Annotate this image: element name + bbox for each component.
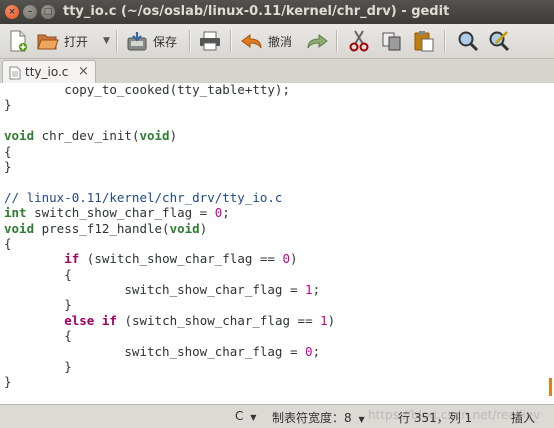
code-line[interactable]: switch_show_char_flag = 1; [4, 282, 335, 297]
undo-button[interactable]: 撤消 [241, 28, 292, 54]
paste-icon [413, 30, 435, 52]
open-dropdown-button[interactable]: ▼ [103, 28, 110, 54]
copy-icon [381, 31, 403, 51]
save-label: 保存 [153, 34, 178, 49]
paste-button[interactable] [413, 28, 435, 54]
code-line[interactable]: ​ [4, 113, 335, 128]
undo-arrow-icon [241, 32, 263, 50]
window-maximize-button[interactable]: □ [41, 5, 55, 19]
tab-width-label: 制表符宽度：8 [272, 411, 352, 425]
code-editor[interactable]: copy_to_cooked(tty_table+tty);}​void chr… [0, 83, 554, 404]
code-line[interactable]: } [4, 359, 335, 374]
toolbar-separator [116, 30, 118, 52]
code-line[interactable]: ​ [4, 174, 335, 189]
window-close-button[interactable]: × [5, 5, 19, 19]
code-line[interactable]: switch_show_char_flag = 0; [4, 344, 335, 359]
chevron-down-icon: ▼ [358, 415, 365, 424]
copy-button[interactable] [381, 28, 403, 54]
code-line[interactable]: } [4, 374, 335, 389]
text-file-icon [9, 66, 21, 83]
code-line[interactable]: void chr_dev_init(void) [4, 128, 335, 143]
printer-icon [199, 31, 221, 51]
save-button[interactable]: 保存 [126, 28, 177, 54]
insert-mode: 插入 [511, 411, 536, 425]
undo-label: 撤消 [268, 34, 293, 49]
code-line[interactable]: { [4, 328, 335, 343]
save-icon [126, 31, 148, 51]
find-replace-icon [488, 30, 510, 52]
cut-button[interactable] [349, 28, 369, 54]
code-line[interactable]: { [4, 236, 335, 251]
redo-button[interactable] [306, 28, 328, 54]
code-line[interactable]: // linux-0.11/kernel/chr_drv/tty_io.c [4, 190, 335, 205]
window-minimize-button[interactable]: – [23, 5, 37, 19]
new-document-button[interactable] [8, 28, 28, 54]
find-button[interactable] [457, 28, 479, 54]
code-line[interactable]: else if (switch_show_char_flag == 1) [4, 313, 335, 328]
code-line[interactable]: } [4, 297, 335, 312]
toolbar: 打开 ▼ 保存 撤消 [0, 24, 554, 59]
scissors-icon [349, 30, 369, 52]
new-document-icon [8, 30, 28, 52]
title-bar: × – □ tty_io.c (~/os/oslab/linux-0.11/ke… [0, 0, 554, 24]
print-button[interactable] [199, 28, 221, 54]
tab-label: tty_io.c [25, 65, 69, 79]
toolbar-separator [444, 30, 446, 52]
code-line[interactable]: { [4, 267, 335, 282]
code-line[interactable]: } [4, 159, 335, 174]
code-line[interactable]: int switch_show_char_flag = 0; [4, 205, 335, 220]
code-line[interactable]: copy_to_cooked(tty_table+tty); [4, 83, 335, 97]
redo-arrow-icon [306, 32, 328, 50]
magnifier-icon [457, 30, 479, 52]
language-label: C [235, 409, 244, 423]
chevron-down-icon: ▼ [250, 413, 257, 422]
language-selector[interactable]: C ▼ [235, 409, 256, 423]
code-line[interactable]: void press_f12_handle(void) [4, 221, 335, 236]
toolbar-separator [230, 30, 232, 52]
folder-open-icon [37, 31, 59, 51]
code-line[interactable]: } [4, 97, 335, 112]
find-replace-button[interactable] [488, 28, 510, 54]
chevron-down-icon: ▼ [103, 36, 110, 46]
status-bar: https://blog.csdn.net/realliev C ▼ 制表符宽度… [0, 404, 554, 428]
code-text-area[interactable]: copy_to_cooked(tty_table+tty);}​void chr… [4, 83, 335, 390]
tab-tty-io-c[interactable]: tty_io.c × [2, 60, 96, 84]
open-label: 打开 [64, 34, 89, 49]
tab-close-icon[interactable]: × [78, 64, 89, 79]
scroll-marker [549, 378, 552, 396]
code-line[interactable]: { [4, 144, 335, 159]
tab-width-selector[interactable]: 制表符宽度：8 ▼ [272, 409, 365, 426]
document-tab-strip: tty_io.c × [0, 59, 554, 84]
open-button[interactable]: 打开 [37, 28, 88, 54]
cursor-position: 行 351，列 1 [398, 411, 473, 425]
code-line[interactable]: if (switch_show_char_flag == 0) [4, 251, 335, 266]
toolbar-separator [336, 30, 338, 52]
window-title: tty_io.c (~/os/oslab/linux-0.11/kernel/c… [63, 4, 450, 19]
toolbar-separator [189, 30, 191, 52]
